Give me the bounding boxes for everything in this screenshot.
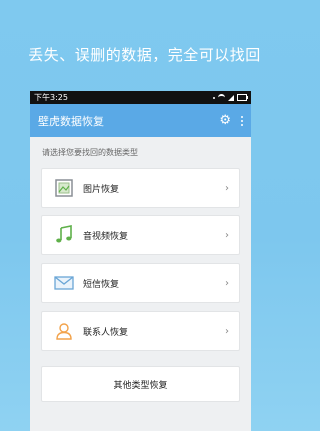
chevron-right-icon: › — [225, 182, 229, 194]
option-label: 联系人恢复 — [83, 327, 129, 338]
app-bar: 壁虎数据恢复 ⚙ — [30, 104, 251, 137]
option-contacts-recovery[interactable]: 联系人恢复 › — [41, 311, 240, 351]
chevron-right-icon: › — [225, 325, 229, 337]
wifi-icon — [218, 94, 225, 101]
chevron-right-icon: › — [225, 229, 229, 241]
headline: 丢失、误删的数据，完全可以找回 — [28, 46, 261, 64]
option-label: 音视频恢复 — [83, 231, 129, 242]
status-time: 下午3:25 — [34, 93, 68, 102]
signal-icon — [228, 94, 234, 101]
option-other-recovery[interactable]: 其他类型恢复 — [41, 366, 240, 402]
music-note-icon — [53, 224, 75, 246]
option-audio-video-recovery[interactable]: 音视频恢复 › — [41, 215, 240, 255]
option-image-recovery[interactable]: 图片恢复 › — [41, 168, 240, 208]
chevron-right-icon: › — [225, 277, 229, 289]
image-icon — [53, 177, 75, 199]
option-sms-recovery[interactable]: 短信恢复 › — [41, 263, 240, 303]
option-label: 短信恢复 — [83, 279, 120, 290]
app-title: 壁虎数据恢复 — [38, 114, 104, 128]
status-icons — [213, 94, 248, 101]
option-label: 图片恢复 — [83, 184, 120, 195]
prompt-text: 请选择您要找回的数据类型 — [42, 148, 138, 157]
envelope-icon — [53, 272, 75, 294]
person-icon — [53, 320, 75, 342]
battery-icon — [237, 94, 248, 101]
phone-screen: 下午3:25 壁虎数据恢复 ⚙ 请选择您要找回的数据类型 图片恢复 › 音视频恢… — [30, 91, 251, 431]
notification-dot-icon — [213, 96, 215, 99]
status-bar: 下午3:25 — [30, 91, 251, 104]
gear-icon[interactable]: ⚙ — [219, 114, 231, 127]
more-menu-icon[interactable] — [241, 115, 243, 126]
option-label: 其他类型恢复 — [113, 380, 168, 391]
